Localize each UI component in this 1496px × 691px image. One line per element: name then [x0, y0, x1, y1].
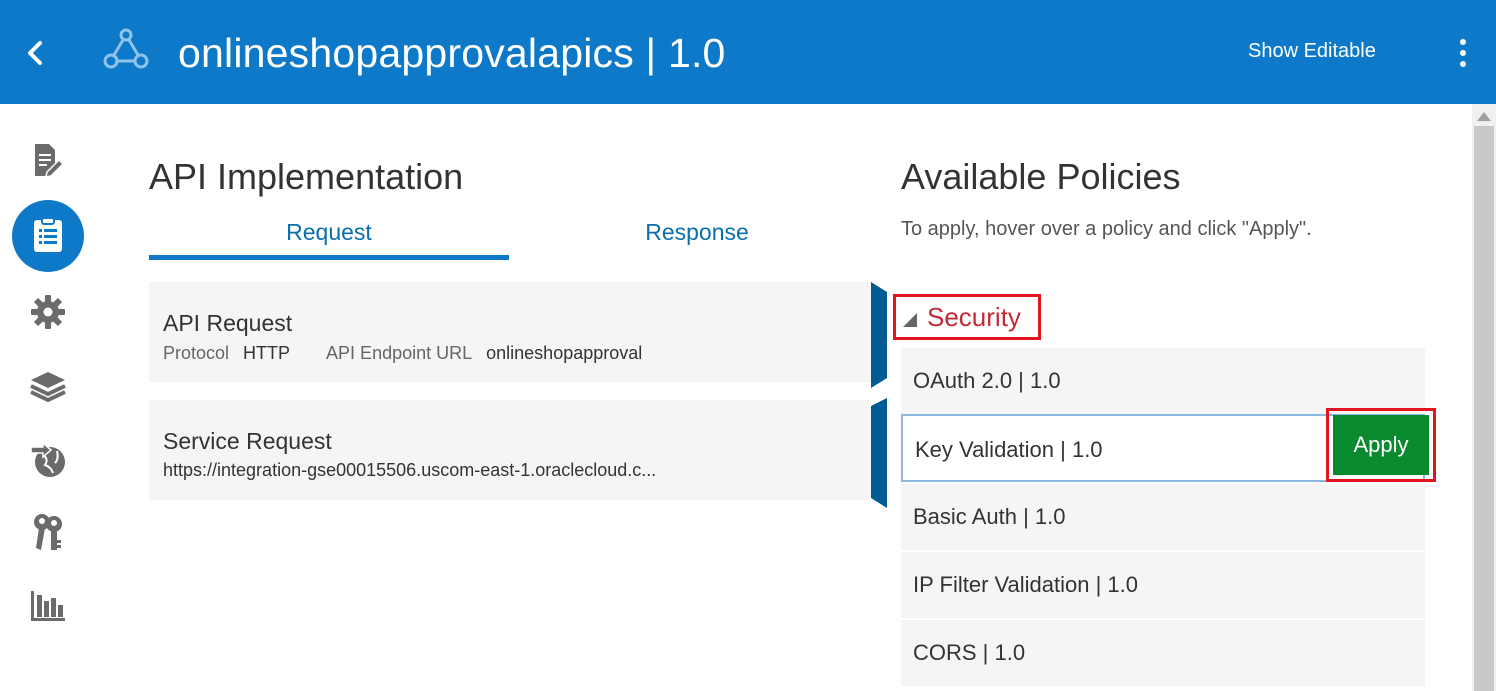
sidebar-item-deployments[interactable]	[12, 276, 84, 348]
protocol-value: HTTP	[243, 343, 291, 363]
policy-label: Key Validation | 1.0	[915, 437, 1103, 462]
scroll-up-arrow-icon[interactable]	[1477, 112, 1491, 121]
service-request-url: https://integration-gse00015506.uscom-ea…	[163, 460, 657, 480]
gear-icon	[31, 295, 65, 329]
scrollbar-thumb[interactable]	[1474, 126, 1494, 691]
request-flow-connector	[871, 282, 887, 388]
apply-button[interactable]: Apply	[1333, 415, 1429, 475]
bar-chart-icon	[31, 591, 65, 621]
show-editable-button[interactable]: Show Editable	[1248, 40, 1376, 63]
service-request-title: Service Request	[163, 428, 332, 454]
api-network-icon	[100, 26, 152, 72]
available-policies-panel: Available Policies To apply, hover over …	[893, 104, 1471, 691]
service-request-card[interactable]: Service Request https://integration-gse0…	[149, 398, 887, 508]
service-flow-connector	[871, 398, 887, 508]
sidebar-item-layers[interactable]	[12, 350, 84, 422]
policy-basic-auth[interactable]: Basic Auth | 1.0	[901, 484, 1425, 550]
security-section-label: Security	[927, 301, 1021, 332]
app-header: onlineshopapprovalapics | 1.0 Show Edita…	[0, 0, 1496, 104]
api-request-card[interactable]: API Request Protocol HTTP API Endpoint URL…	[149, 282, 887, 388]
api-request-details: Protocol HTTP API Endpoint URL onlineshopap…	[163, 343, 678, 364]
policy-oauth2[interactable]: OAuth 2.0 | 1.0	[901, 348, 1425, 414]
sidebar-item-overview[interactable]	[12, 124, 84, 196]
sidebar-item-analytics[interactable]	[12, 570, 84, 642]
policy-label: CORS | 1.0	[913, 640, 1026, 665]
tab-response[interactable]: Response	[517, 214, 877, 260]
kebab-menu-icon[interactable]	[1453, 38, 1473, 68]
policy-label: IP Filter Validation | 1.0	[913, 572, 1139, 597]
security-section-toggle[interactable]: Security	[893, 294, 1041, 340]
tab-request[interactable]: Request	[149, 214, 509, 260]
policy-ip-filter-validation[interactable]: IP Filter Validation | 1.0	[901, 552, 1425, 618]
keys-icon	[34, 514, 62, 550]
page-title: onlineshopapprovalapics | 1.0	[178, 30, 726, 76]
api-request-title: API Request	[163, 310, 293, 336]
layers-icon	[30, 372, 66, 402]
sidebar	[0, 104, 100, 691]
sidebar-item-publication[interactable]	[12, 424, 84, 496]
collapse-triangle-icon	[903, 313, 917, 327]
scrollbar[interactable]	[1472, 104, 1496, 691]
protocol-label: Protocol	[163, 343, 230, 363]
apply-button-highlight: Apply	[1326, 408, 1436, 482]
request-response-tabs: Request Response	[149, 214, 869, 260]
policy-cors[interactable]: CORS | 1.0	[901, 620, 1425, 686]
endpoint-label: API Endpoint URL	[326, 343, 473, 363]
endpoint-value: onlineshopapproval	[486, 343, 643, 363]
api-implementation-title: API Implementation	[149, 156, 464, 197]
document-edit-icon	[35, 144, 65, 178]
list-icon	[34, 218, 62, 252]
available-policies-title: Available Policies	[901, 156, 1181, 197]
apply-hint-text: To apply, hover over a policy and click …	[901, 218, 1312, 240]
globe-arrow-icon	[30, 441, 65, 477]
policy-label: Basic Auth | 1.0	[913, 504, 1066, 529]
policy-label: OAuth 2.0 | 1.0	[913, 368, 1061, 393]
sidebar-item-api-implementation[interactable]	[12, 200, 84, 272]
sidebar-item-grants[interactable]	[12, 496, 84, 568]
back-icon[interactable]	[22, 38, 50, 68]
